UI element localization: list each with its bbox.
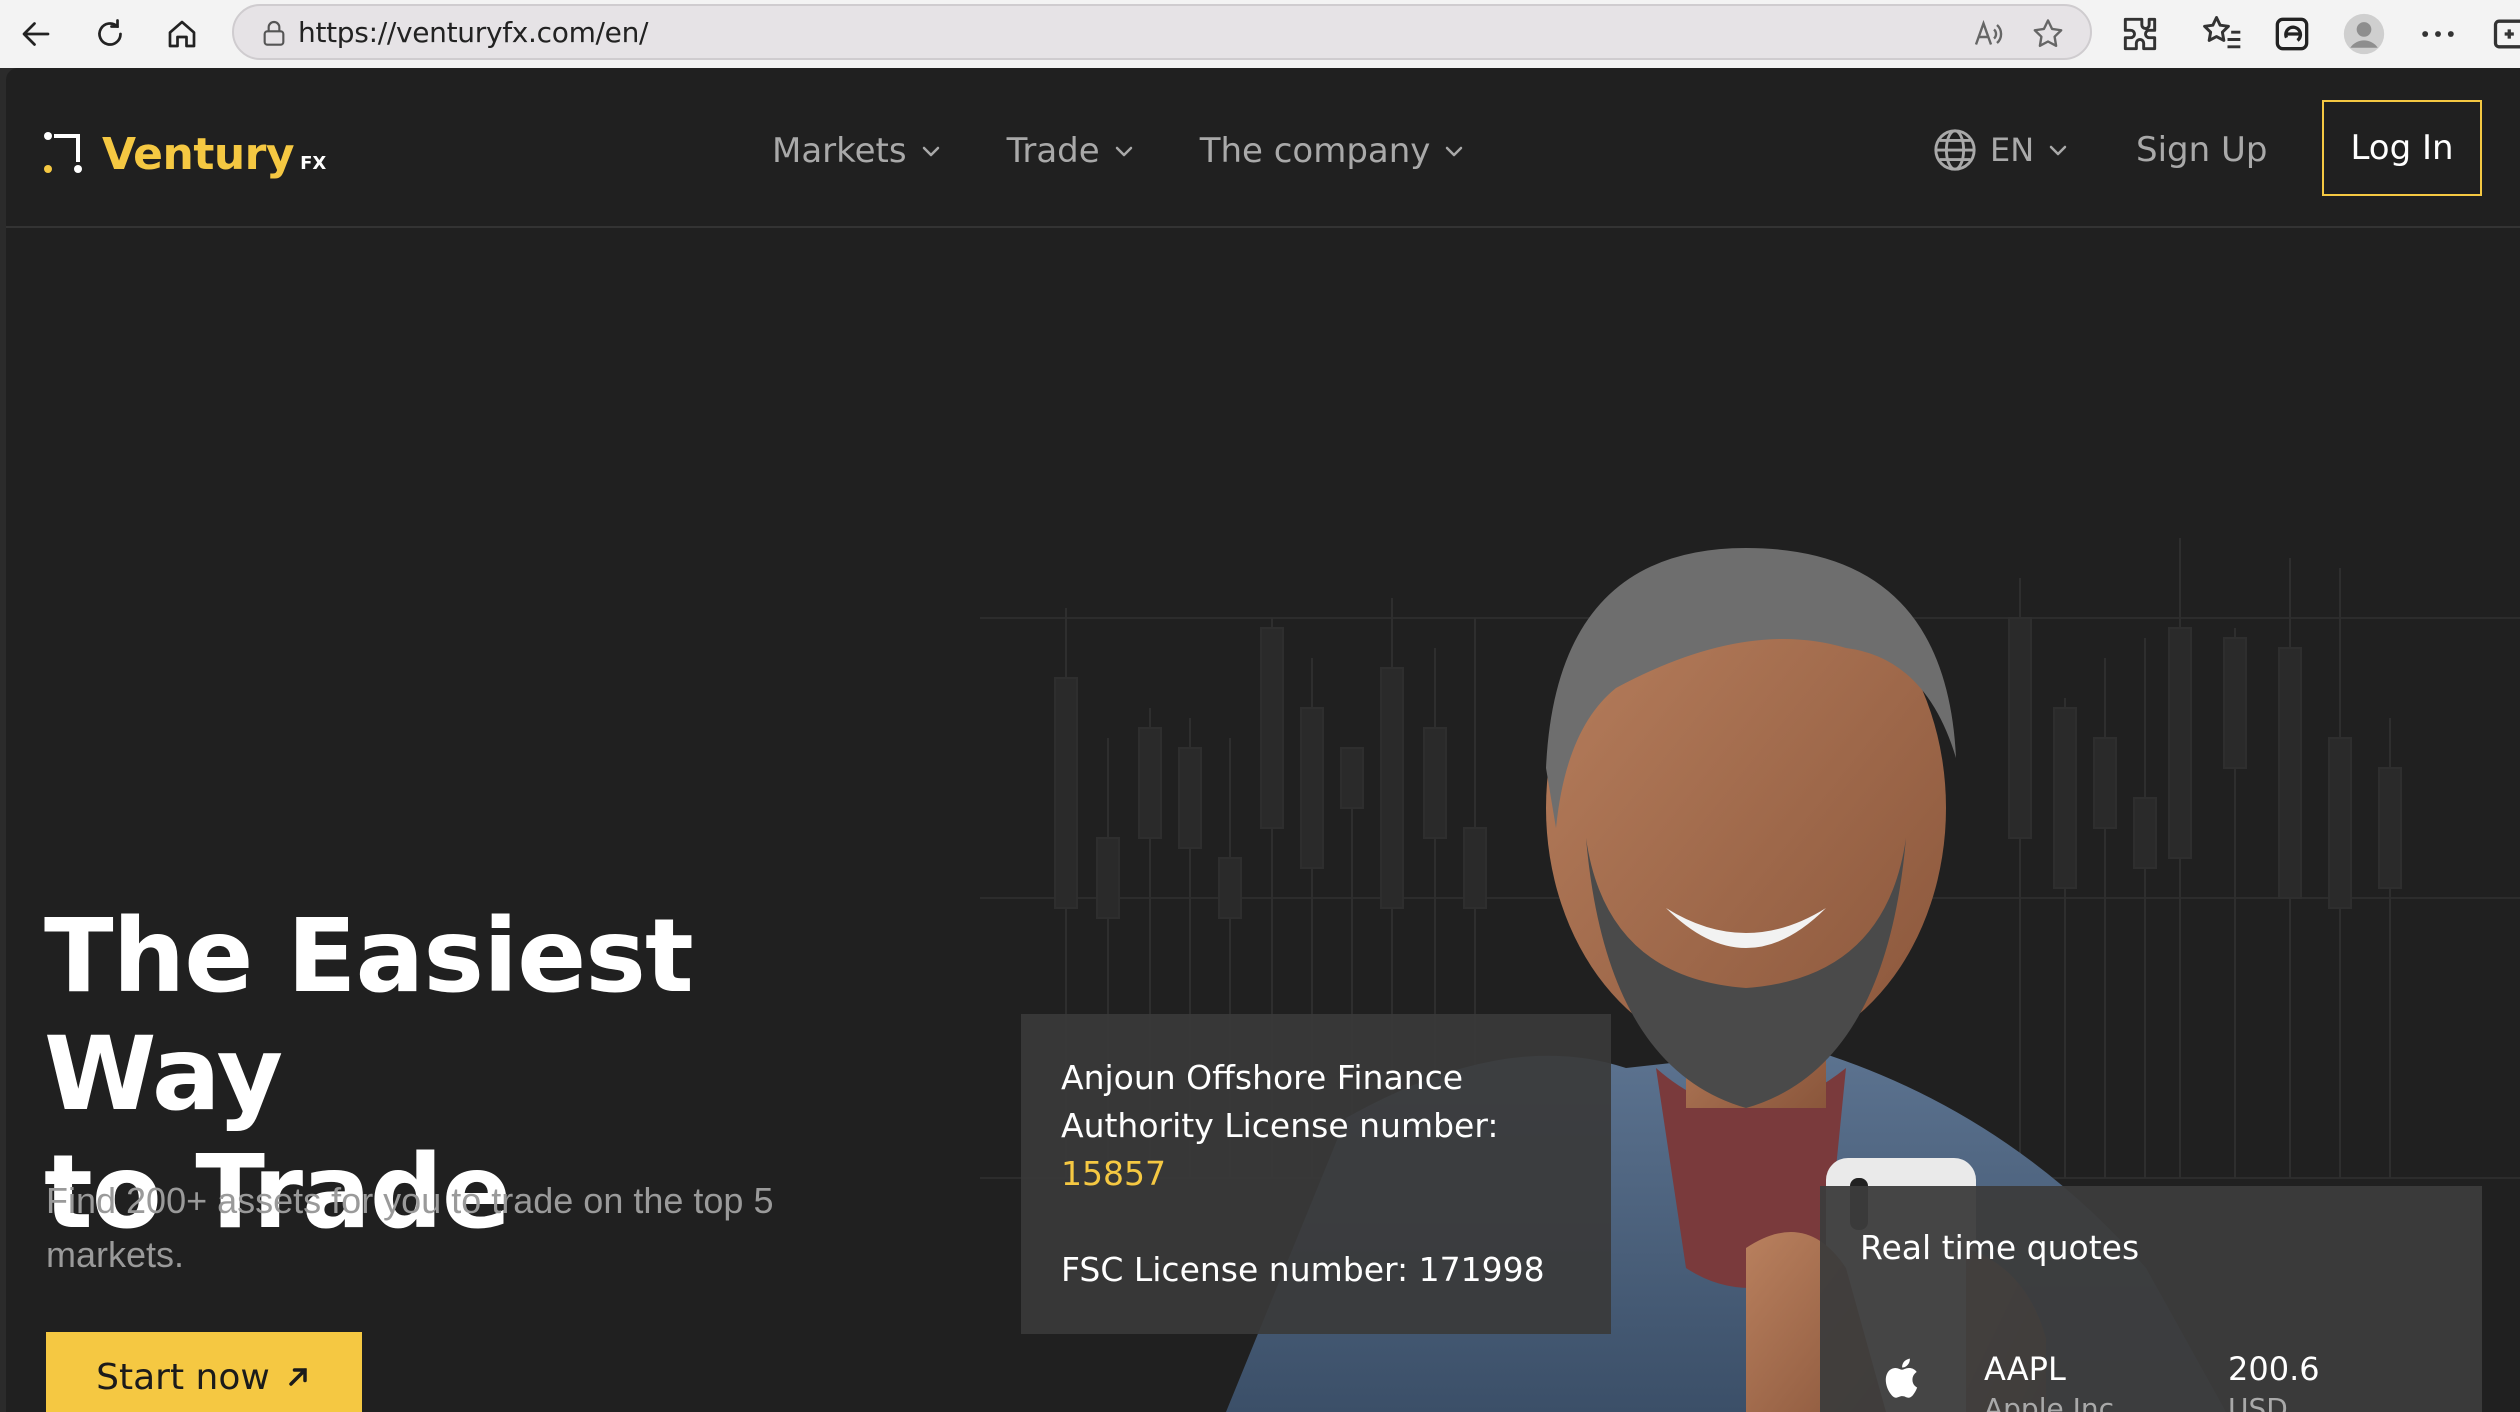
arrow-up-right-icon xyxy=(289,1368,307,1386)
back-button[interactable] xyxy=(10,8,62,60)
favorites-icon[interactable] xyxy=(2200,12,2244,56)
globe-icon xyxy=(1934,129,1976,171)
quote-company: Apple Inc. xyxy=(1984,1392,2123,1412)
license-line1: Anjoun Offshore Finance xyxy=(1061,1058,1464,1097)
hero-title-line1: The Easiest Way xyxy=(44,897,694,1134)
login-button[interactable]: Log In xyxy=(2322,100,2482,196)
start-now-label: Start now xyxy=(96,1356,270,1398)
profile-avatar-icon[interactable] xyxy=(2342,12,2386,56)
hero-subtitle: Find 200+ assets for you to trade on the… xyxy=(46,1180,774,1275)
nav-item-trade[interactable]: Trade xyxy=(1007,126,1136,176)
license-number: 15857 xyxy=(1061,1154,1166,1193)
language-selector[interactable]: EN xyxy=(1932,122,2070,178)
logo-suffix: FX xyxy=(300,153,327,174)
nav-item-label: The company xyxy=(1199,131,1431,171)
main-nav: Markets Trade The company xyxy=(772,126,1530,176)
nav-item-company[interactable]: The company xyxy=(1200,126,1467,176)
site-header: Ventury FX Markets Trade The company EN … xyxy=(6,68,2520,228)
candle-body xyxy=(1138,727,1162,839)
nav-item-label: Trade xyxy=(1006,131,1100,171)
lock-icon xyxy=(263,21,285,46)
collections-icon[interactable] xyxy=(2270,12,2314,56)
page: Ventury FX Markets Trade The company EN … xyxy=(6,68,2520,1412)
language-label: EN xyxy=(1990,131,2035,169)
license-card: Anjoun Offshore Finance Authority Licens… xyxy=(1021,1014,1611,1334)
logo-text: Ventury xyxy=(102,129,295,180)
sidebar-toggle-icon[interactable] xyxy=(2490,12,2520,56)
home-icon xyxy=(168,20,196,48)
chevron-down-icon xyxy=(1446,146,1463,157)
logo[interactable]: Ventury FX xyxy=(44,120,326,180)
apple-icon xyxy=(1885,1358,1918,1398)
license-line2: Authority License number: xyxy=(1061,1106,1499,1145)
chevron-down-icon xyxy=(1115,146,1132,157)
candle-body xyxy=(1054,677,1078,909)
browser-toolbar: https://venturyfx.com/en/ xyxy=(0,0,2520,68)
chevron-down-icon xyxy=(922,146,939,157)
start-now-button[interactable]: Start now xyxy=(46,1332,362,1412)
candle-body xyxy=(1096,837,1120,919)
read-aloud-icon[interactable] xyxy=(1970,16,2006,52)
refresh-icon xyxy=(98,19,122,46)
home-button[interactable] xyxy=(156,8,208,60)
signup-link[interactable]: Sign Up xyxy=(2136,124,2267,176)
refresh-button[interactable] xyxy=(84,8,136,60)
nav-item-label: Markets xyxy=(772,131,907,171)
address-bar[interactable]: https://venturyfx.com/en/ xyxy=(232,4,2092,60)
chevron-down-icon xyxy=(2049,145,2067,156)
candle-body xyxy=(2378,767,2402,889)
logo-mark-icon xyxy=(44,132,82,173)
fsc-license: FSC License number: 171998 xyxy=(1061,1250,1545,1289)
quote-currency: USD xyxy=(2228,1392,2288,1412)
quote-price: 200.6 xyxy=(2228,1350,2320,1388)
back-arrow-icon xyxy=(22,22,50,46)
nav-item-markets[interactable]: Markets xyxy=(772,126,943,176)
quote-symbol: AAPL xyxy=(1984,1350,2066,1388)
extensions-icon[interactable] xyxy=(2118,12,2162,56)
quotes-title: Real time quotes xyxy=(1860,1228,2140,1267)
url-text: https://venturyfx.com/en/ xyxy=(298,16,649,49)
quotes-card: Real time quotes AAPL Apple Inc. 200.6 U… xyxy=(1820,1186,2482,1412)
more-options-icon[interactable] xyxy=(2416,12,2460,56)
favorite-star-icon[interactable] xyxy=(2030,16,2066,52)
